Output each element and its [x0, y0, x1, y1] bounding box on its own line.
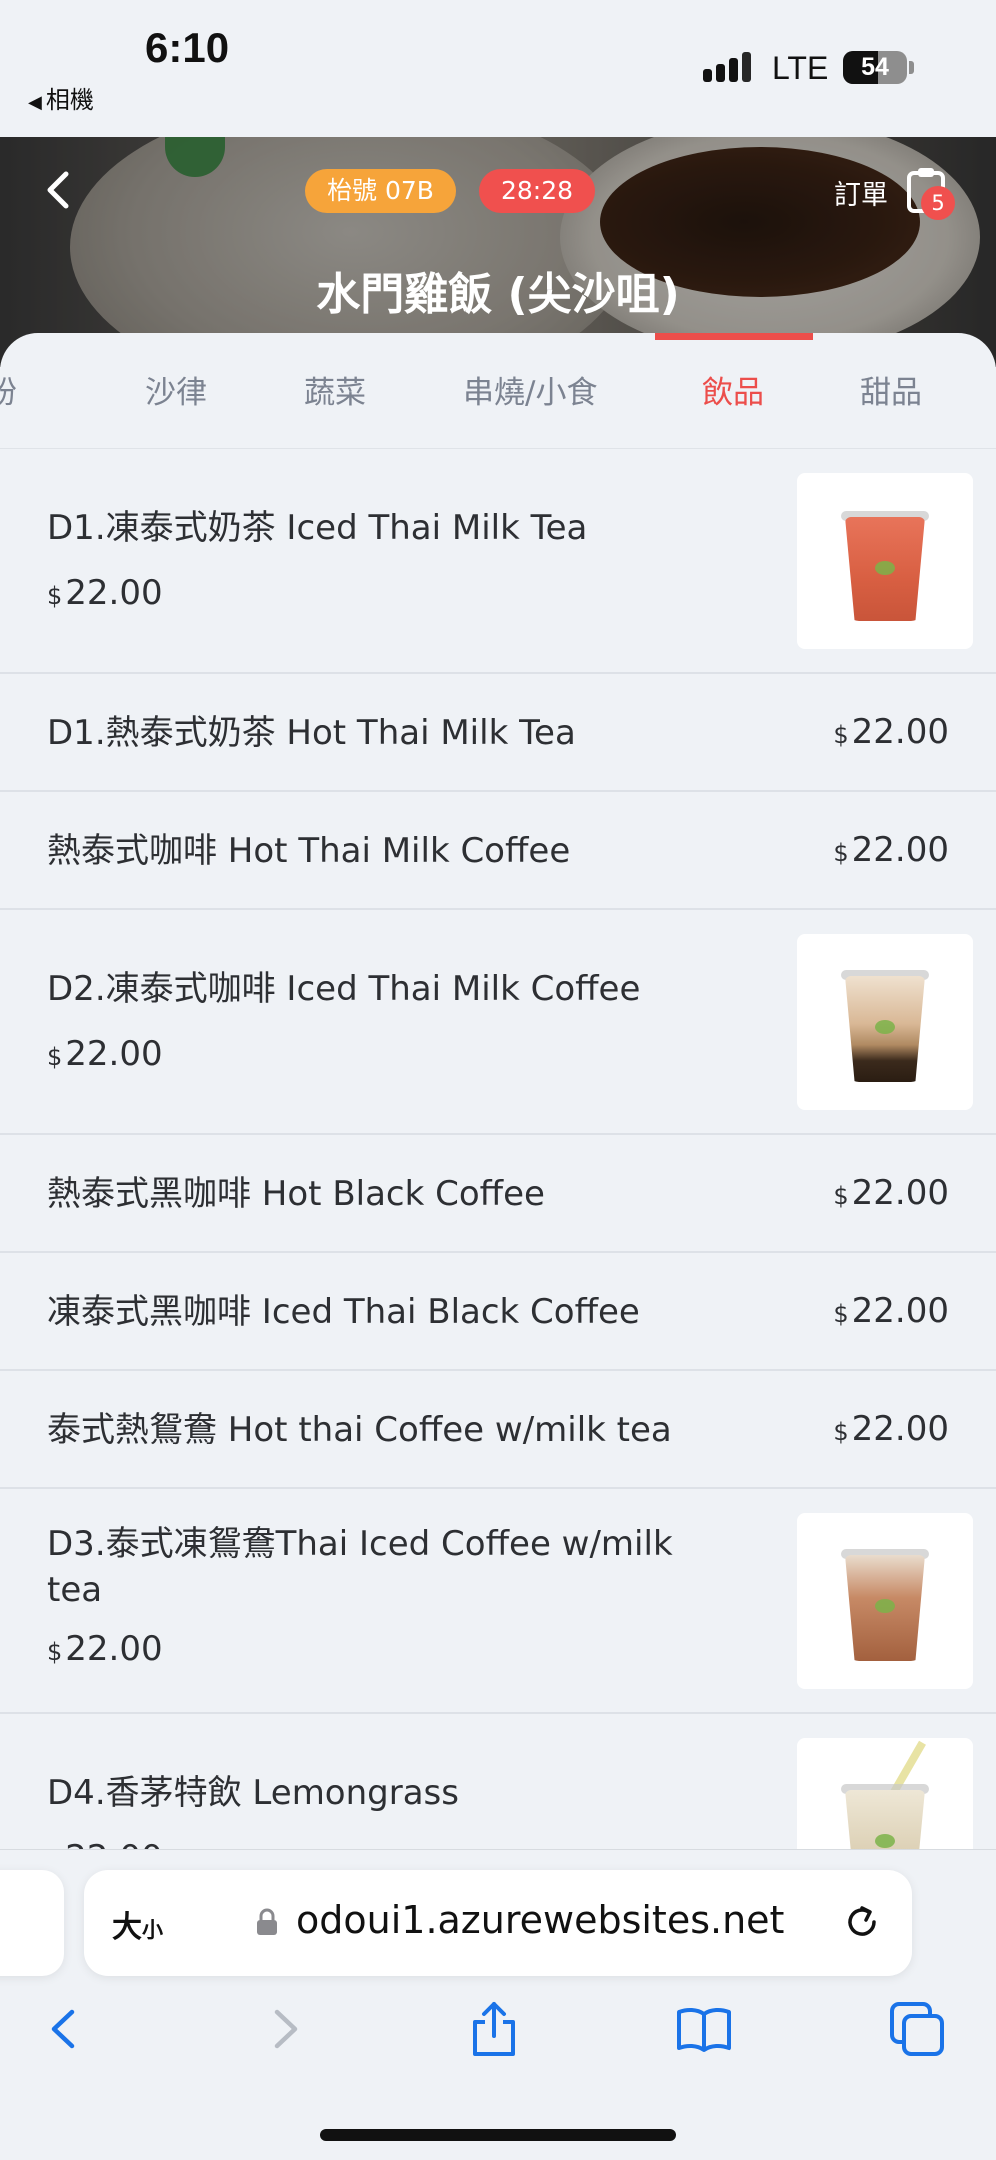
item-name: D2.凍泰式咖啡 Iced Thai Milk Coffee	[47, 969, 641, 1009]
share-icon[interactable]	[465, 2000, 523, 2058]
tab-rice-noodles[interactable]: 粉	[0, 367, 17, 412]
tab-drinks[interactable]: 飲品	[702, 367, 764, 412]
text-size-button[interactable]: 大小	[112, 1902, 163, 1946]
item-price: $22.00	[47, 1034, 163, 1074]
item-name: 凍泰式黑咖啡 Iced Thai Black Coffee	[47, 1292, 640, 1332]
back-app-label: 相機	[45, 86, 94, 114]
battery-icon: 54	[843, 51, 907, 84]
back-triangle-icon: ◀	[28, 92, 42, 113]
reload-icon[interactable]	[840, 1900, 884, 1944]
browser-forward-icon[interactable]	[255, 2000, 313, 2058]
menu-item[interactable]: 熱泰式黑咖啡 Hot Black Coffee $22.00	[0, 1135, 996, 1253]
menu-item[interactable]: 熱泰式咖啡 Hot Thai Milk Coffee $22.00	[0, 792, 996, 910]
status-time: 6:10	[145, 24, 230, 71]
item-price: $22.00	[47, 1629, 163, 1669]
menu-item[interactable]: D4.香茅特飲 Lemongrass $22.00	[0, 1714, 996, 1849]
item-photo[interactable]	[797, 473, 973, 649]
browser-toolbar: 大小 odoui1.azurewebsites.net	[0, 1849, 996, 2160]
tab-skewers-snacks[interactable]: 串燒/小食	[463, 367, 597, 412]
browser-back-icon[interactable]	[36, 2000, 94, 2058]
back-chevron-icon[interactable]	[40, 168, 76, 212]
home-indicator	[320, 2129, 676, 2141]
cellular-signal-icon	[703, 52, 755, 82]
table-number-badge: 枱號 07B	[305, 169, 456, 213]
item-name: D4.香茅特飲 Lemongrass	[47, 1773, 459, 1813]
battery-level: 54	[861, 53, 889, 81]
address-bar[interactable]: 大小 odoui1.azurewebsites.net	[84, 1870, 912, 1976]
item-photo[interactable]	[797, 1738, 973, 1849]
tab-salad[interactable]: 沙律	[145, 367, 207, 412]
item-price: $22.00	[833, 1409, 949, 1449]
menu-item[interactable]: D1.熱泰式奶茶 Hot Thai Milk Tea $22.00	[0, 674, 996, 792]
item-price: $22.00	[833, 830, 949, 870]
item-price: $22.00	[833, 1291, 949, 1331]
order-count-badge: 5	[921, 186, 955, 220]
store-title: 水門雞飯 (尖沙咀)	[316, 269, 680, 320]
item-price: $22.00	[47, 573, 163, 613]
lock-icon	[257, 1908, 277, 1935]
menu-item[interactable]: 凍泰式黑咖啡 Iced Thai Black Coffee $22.00	[0, 1253, 996, 1371]
item-name: 泰式熱鴛鴦 Hot thai Coffee w/milk tea	[47, 1410, 672, 1450]
item-price: $22.00	[833, 1173, 949, 1213]
item-name: 熱泰式黑咖啡 Hot Black Coffee	[47, 1174, 545, 1214]
bookmarks-icon[interactable]	[675, 2000, 733, 2058]
tab-desserts[interactable]: 甜品	[860, 367, 922, 412]
item-photo[interactable]	[797, 1513, 973, 1689]
url-text[interactable]: odoui1.azurewebsites.net	[296, 1898, 784, 1942]
item-name: D1.熱泰式奶茶 Hot Thai Milk Tea	[47, 713, 576, 753]
timer-badge: 28:28	[479, 169, 596, 213]
battery-cap	[909, 61, 914, 74]
menu-item[interactable]: 泰式熱鴛鴦 Hot thai Coffee w/milk tea $22.00	[0, 1371, 996, 1489]
menu-list: D1.凍泰式奶茶 Iced Thai Milk Tea $22.00 D1.熱泰…	[0, 449, 996, 1849]
item-photo[interactable]	[797, 934, 973, 1110]
item-name: D1.凍泰式奶茶 Iced Thai Milk Tea	[47, 508, 588, 548]
menu-item[interactable]: D2.凍泰式咖啡 Iced Thai Milk Coffee $22.00	[0, 910, 996, 1135]
network-type: LTE	[772, 50, 829, 86]
tab-vegetables[interactable]: 蔬菜	[304, 367, 366, 412]
status-bar: 6:10 ◀ 相機 LTE 54	[0, 0, 996, 137]
item-price: $22.00	[47, 1838, 163, 1849]
category-tabs: 粉 沙律 蔬菜 串燒/小食 飲品 甜品	[0, 333, 996, 449]
item-name: D3.泰式凍鴛鴦Thai Iced Coffee w/milk tea	[47, 1524, 673, 1610]
menu-item[interactable]: D1.凍泰式奶茶 Iced Thai Milk Tea $22.00	[0, 449, 996, 674]
item-name: 熱泰式咖啡 Hot Thai Milk Coffee	[47, 831, 571, 871]
tabs-icon[interactable]	[888, 2000, 946, 2058]
order-button-label[interactable]: 訂單	[834, 173, 888, 212]
back-to-app-link[interactable]: ◀ 相機	[28, 80, 94, 115]
menu-item[interactable]: D3.泰式凍鴛鴦Thai Iced Coffee w/milk tea $22.…	[0, 1489, 996, 1714]
item-price: $22.00	[833, 712, 949, 752]
active-tab-indicator	[655, 333, 813, 340]
previous-tab-pill[interactable]	[0, 1870, 64, 1976]
